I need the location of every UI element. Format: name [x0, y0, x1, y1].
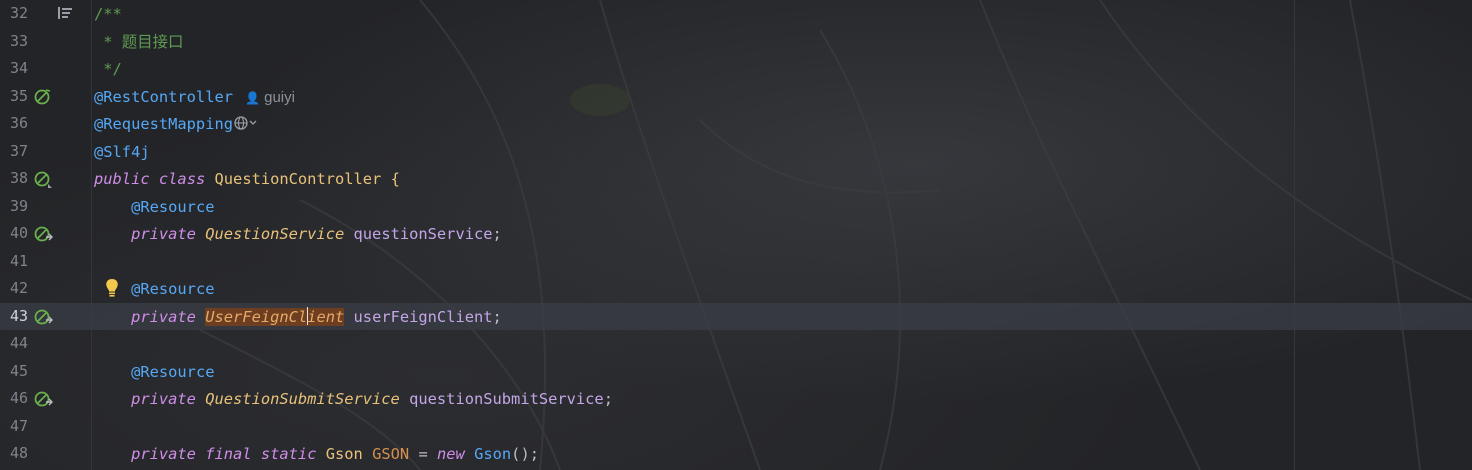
operator: =	[409, 445, 437, 463]
semicolon: ;	[492, 307, 502, 326]
line-number[interactable]: 36	[0, 114, 28, 132]
annotation: @Slf4j	[94, 142, 150, 161]
code-line[interactable]: 42 @Resource	[0, 275, 1472, 303]
annotation: @RestController	[94, 87, 233, 106]
code-line[interactable]: 45 @Resource	[0, 358, 1472, 386]
line-number[interactable]: 35	[0, 87, 28, 105]
line-number[interactable]: 38	[0, 169, 28, 187]
code-line[interactable]: 36 @RequestMapping	[0, 110, 1472, 138]
doc-comment: * 题目接口	[94, 32, 184, 51]
code-line[interactable]: 44	[0, 330, 1472, 358]
line-number[interactable]: 43	[0, 307, 28, 325]
annotation: @Resource	[131, 362, 215, 381]
navigate-bean-icon[interactable]	[33, 307, 53, 327]
doc-comment: */	[94, 60, 122, 78]
code-line[interactable]: 39 @Resource	[0, 193, 1472, 221]
line-number[interactable]: 32	[0, 4, 28, 22]
spring-bean-icon[interactable]	[33, 87, 53, 107]
code-line[interactable]: 34 */	[0, 55, 1472, 83]
annotation: @Resource	[131, 197, 215, 216]
line-number[interactable]: 37	[0, 142, 28, 160]
globe-icon[interactable]	[233, 115, 259, 131]
keyword: static	[260, 445, 317, 463]
field-name[interactable]: userFeignClient	[354, 308, 493, 326]
code-line[interactable]: 46 private QuestionSubmitService questio…	[0, 385, 1472, 413]
constructor-name[interactable]: Gson	[474, 445, 511, 463]
keyword: private	[131, 225, 196, 243]
navigate-bean-icon[interactable]	[33, 389, 53, 409]
code-line[interactable]: 38 public class QuestionController {	[0, 165, 1472, 193]
author-hint[interactable]: 👤 guiyi	[245, 89, 295, 106]
code-line[interactable]: 32 /**	[0, 0, 1472, 28]
line-number[interactable]: 45	[0, 362, 28, 380]
line-number[interactable]: 47	[0, 417, 28, 435]
keyword: private	[131, 445, 196, 463]
keyword: final	[205, 445, 252, 463]
code-line[interactable]: 40 private QuestionService questionServi…	[0, 220, 1472, 248]
punctuation: ();	[511, 445, 539, 463]
type-name[interactable]: Gson	[326, 445, 363, 463]
code-line[interactable]: 41	[0, 248, 1472, 276]
brace: {	[381, 170, 400, 188]
code-line[interactable]: 48 private final static Gson GSON = new …	[0, 440, 1472, 468]
field-name[interactable]: questionService	[354, 225, 493, 243]
type-name[interactable]: QuestionService	[205, 225, 344, 243]
user-icon: 👤	[245, 90, 260, 105]
keyword: private	[131, 307, 196, 326]
line-number[interactable]: 46	[0, 389, 28, 407]
spring-bean-icon[interactable]	[33, 169, 53, 189]
chevron-down-icon	[249, 120, 257, 125]
author-name: guiyi	[264, 88, 295, 106]
code-line[interactable]: 47	[0, 413, 1472, 441]
line-number[interactable]: 34	[0, 59, 28, 77]
fold-toggle-icon[interactable]	[57, 6, 73, 20]
current-code-line[interactable]: 43 private UserFeignClient userFeignClie…	[0, 302, 1472, 330]
line-number[interactable]: 48	[0, 444, 28, 462]
type-name[interactable]: QuestionSubmitService	[205, 390, 400, 408]
semicolon: ;	[492, 225, 502, 243]
line-number[interactable]: 39	[0, 197, 28, 215]
class-name[interactable]: QuestionController	[215, 170, 382, 188]
line-number[interactable]: 42	[0, 279, 28, 297]
line-number[interactable]: 40	[0, 224, 28, 242]
semicolon: ;	[603, 390, 613, 408]
line-number[interactable]: 41	[0, 252, 28, 270]
keyword: private	[131, 390, 196, 408]
code-editor[interactable]: 32 /** 33 * 题目接口 34 */ 35 @RestControlle…	[0, 0, 1472, 470]
constant-name[interactable]: GSON	[372, 445, 409, 463]
type-name-part: ient	[307, 307, 345, 326]
code-line[interactable]: 37 @Slf4j	[0, 138, 1472, 166]
annotation: @Resource	[131, 280, 215, 298]
type-name-part: UserFeignCl	[205, 307, 308, 326]
doc-comment: /**	[94, 5, 122, 23]
keyword: new	[437, 445, 465, 463]
keyword: class	[158, 170, 206, 188]
navigate-bean-icon[interactable]	[33, 224, 53, 244]
line-number[interactable]: 33	[0, 32, 28, 50]
line-number[interactable]: 44	[0, 334, 28, 352]
highlighted-type-name[interactable]: UserFeignClient	[205, 306, 345, 326]
field-name[interactable]: questionSubmitService	[409, 390, 604, 408]
code-line[interactable]: 33 * 题目接口	[0, 28, 1472, 56]
annotation: @RequestMapping	[94, 115, 233, 133]
code-line[interactable]: 35 @RestController 👤 guiyi	[0, 83, 1472, 111]
keyword: public	[94, 170, 150, 188]
